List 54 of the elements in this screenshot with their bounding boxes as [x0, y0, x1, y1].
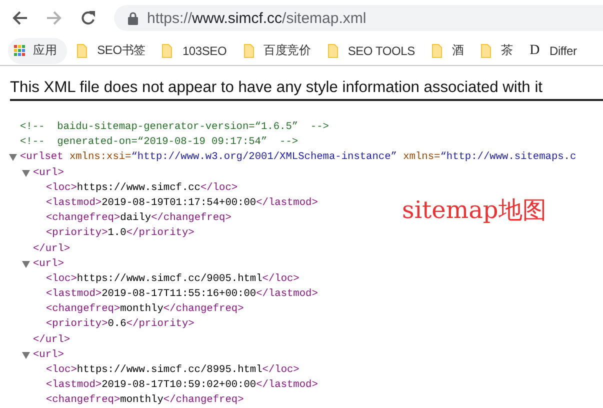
bookmark-label: SEO书签 [97, 42, 146, 59]
bookmark-item[interactable]: 茶 [472, 38, 522, 64]
bookmark-item[interactable]: D Differ [521, 38, 586, 64]
xml-element-line: <priority>1.0</priority> [46, 226, 194, 242]
xml-open-tag: <urlset xmlns:xsi=“http://www.w3.org/2001/XMLSchema-instance” xmlns=“http://www.sitemaps.c [20, 150, 576, 166]
xml-element-line: <changefreq>monthly</changefreq> [46, 302, 244, 318]
annotation-text: sitemap地图 [402, 195, 546, 226]
bookmark-item[interactable]: 103SEO [154, 38, 236, 64]
bookmark-label: SEO TOOLS [348, 44, 415, 58]
xml-element-line: <changefreq>daily</changefreq> [46, 211, 232, 226]
xml-element-line: <loc>https://www.simcf.cc/9005.html</loc> [46, 272, 300, 287]
xml-notice-text: This XML file does not appear to have any style information associated with it [10, 66, 603, 101]
xml-element-line: <loc>https://www.simcf.cc/8995.html</loc> [46, 363, 300, 378]
xml-element-line: <priority>0.6</priority> [46, 317, 194, 332]
xml-comment: <!-- generated-on=“2019-08-19 09:17:54” --> [20, 135, 298, 150]
apps-grid-icon [14, 45, 25, 56]
xml-element-line: <changefreq>monthly</changefreq> [46, 393, 244, 408]
bookmark-label: Differ [550, 44, 577, 58]
bookmark-item[interactable]: SEO TOOLS [319, 38, 424, 64]
xml-open-tag: <url> [33, 348, 64, 364]
xml-element-line: <lastmod>2019-08-17T10:59:02+00:00</lastmod> [46, 378, 318, 394]
letter-d-icon: D [530, 42, 540, 58]
bookmark-label: 应用 [33, 42, 57, 59]
bookmark-item[interactable]: 应用 [8, 38, 67, 64]
collapse-triangle-icon[interactable] [22, 170, 30, 177]
forward-arrow-icon [46, 10, 62, 26]
folder-icon [480, 44, 491, 58]
folder-icon [162, 44, 172, 58]
xml-element-line: <loc>https://www.simcf.cc</loc> [46, 180, 238, 196]
collapse-triangle-icon[interactable] [22, 352, 30, 359]
back-arrow-icon [12, 10, 28, 26]
xml-open-tag: <url> [33, 166, 64, 181]
xml-close-tag: </url> [33, 332, 70, 348]
xml-close-tag: </url> [33, 242, 70, 257]
bookmark-item[interactable]: SEO书签 [68, 38, 154, 64]
bookmark-label: 酒 [452, 42, 464, 59]
xml-open-tag: <url> [33, 256, 64, 272]
collapse-triangle-icon[interactable] [9, 154, 17, 162]
folder-icon [328, 44, 338, 58]
xml-comment: <!-- baidu-sitemap-generator-version=“1.6.5” --> [20, 120, 329, 135]
bookmark-item[interactable]: 百度竞价 [235, 38, 320, 64]
bookmark-label: 103SEO [182, 44, 227, 58]
url-text: https://www.simcf.cc/sitemap.xml [147, 10, 366, 26]
bookmark-item[interactable]: 酒 [423, 38, 472, 64]
xml-element-line: <lastmod>2019-08-19T01:17:54+00:00</lastmod> [46, 196, 318, 211]
bookmark-label: 百度竞价 [264, 42, 311, 59]
folder-icon [244, 44, 254, 58]
folder-icon [432, 44, 442, 58]
collapse-triangle-icon[interactable] [22, 260, 30, 268]
reload-icon [80, 10, 96, 26]
bookmark-label: 茶 [500, 42, 513, 59]
address-bar[interactable]: https://www.simcf.cc/sitemap.xml [114, 5, 603, 31]
xml-element-line: <lastmod>2019-08-17T11:55:16+00:00</lastmod> [46, 287, 318, 302]
folder-icon [77, 44, 88, 58]
